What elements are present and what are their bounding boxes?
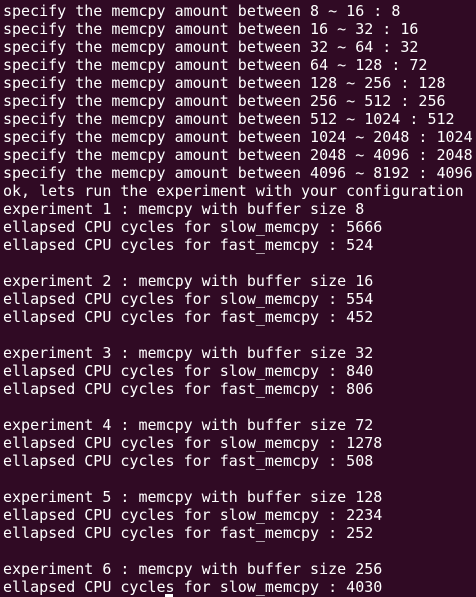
terminal-line: specify the memcpy amount between 2048 ~… xyxy=(3,146,473,164)
terminal-line: ok, lets run the experiment with your co… xyxy=(3,182,464,200)
terminal-line: ellapsed CPU cycles for slow_memcpy : 12… xyxy=(3,434,383,452)
terminal-line: specify the memcpy amount between 8 ~ 16… xyxy=(3,2,401,20)
terminal-line: specify the memcpy amount between 512 ~ … xyxy=(3,110,455,128)
terminal-line: ellapsed CPU cycles for fast_memcpy : 50… xyxy=(3,452,374,470)
terminal-line: experiment 6 : memcpy with buffer size 2… xyxy=(3,560,383,578)
terminal-line: experiment 5 : memcpy with buffer size 1… xyxy=(3,488,383,506)
terminal-line: ellapsed CPU cycles for slow_memcpy : 55… xyxy=(3,290,374,308)
terminal-line: specify the memcpy amount between 16 ~ 3… xyxy=(3,20,419,38)
terminal-line: ellapsed CPU cycles for slow_memcpy : 84… xyxy=(3,362,374,380)
terminal-output[interactable]: specify the memcpy amount between 8 ~ 16… xyxy=(0,2,476,597)
terminal-line: ellapsed CPU cycles for fast_memcpy : 45… xyxy=(3,308,374,326)
terminal-line: experiment 2 : memcpy with buffer size 1… xyxy=(3,272,374,290)
terminal-line: experiment 4 : memcpy with buffer size 7… xyxy=(3,416,374,434)
terminal-line: specify the memcpy amount between 256 ~ … xyxy=(3,92,446,110)
terminal-line: ellapsed CPU cycles for slow_memcpy : 22… xyxy=(3,506,383,524)
terminal-line: ellapsed CPU cycles for slow_memcpy : 56… xyxy=(3,218,383,236)
terminal-line: experiment 1 : memcpy with buffer size 8 xyxy=(3,200,365,218)
terminal-line: specify the memcpy amount between 4096 ~… xyxy=(3,164,473,182)
terminal-line: ellapsed CPU cycles for fast_memcpy : 52… xyxy=(3,236,374,254)
terminal-line: specify the memcpy amount between 128 ~ … xyxy=(3,74,446,92)
terminal-line: specify the memcpy amount between 64 ~ 1… xyxy=(3,56,428,74)
terminal-line: ellapsed CPU cycles for fast_memcpy : 25… xyxy=(3,524,374,542)
terminal-line: ellapsed CPU cycles for fast_memcpy : 80… xyxy=(3,380,374,398)
terminal-line: ellapsed CPU cycles for slow_memcpy : 40… xyxy=(3,578,383,596)
terminal-line: specify the memcpy amount between 1024 ~… xyxy=(3,128,473,146)
terminal-line: experiment 3 : memcpy with buffer size 3… xyxy=(3,344,374,362)
terminal-line: specify the memcpy amount between 32 ~ 6… xyxy=(3,38,419,56)
